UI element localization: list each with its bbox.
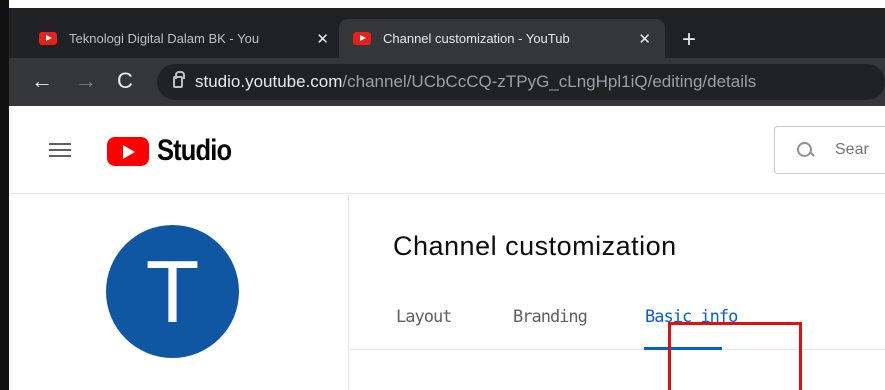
main-content: Channel customization Layout Branding Ba… — [350, 195, 885, 390]
studio-header: Studio — [9, 106, 885, 194]
youtube-favicon-icon — [353, 32, 371, 45]
page-title: Channel customization — [393, 231, 677, 261]
back-arrow-icon[interactable]: ← — [31, 68, 53, 94]
tab-layout[interactable]: Layout — [396, 307, 452, 327]
lock-icon[interactable] — [173, 71, 185, 88]
browser-tab-teknologi[interactable]: Teknologi Digital Dalam BK - You ✕ — [25, 19, 343, 58]
left-sidebar: T — [9, 195, 349, 390]
browser-toolbar: ← → C studio.youtube.com /channel/UCbCcC… — [9, 58, 885, 106]
search-input[interactable] — [835, 141, 885, 159]
search-box[interactable] — [774, 126, 885, 174]
channel-avatar[interactable]: T — [106, 225, 239, 358]
close-tab-icon[interactable]: ✕ — [316, 30, 329, 48]
left-border — [0, 0, 9, 390]
forward-arrow-icon[interactable]: → — [75, 68, 97, 94]
browser-tab-title: Teknologi Digital Dalam BK - You — [69, 31, 260, 46]
youtube-logo-icon[interactable] — [107, 137, 149, 166]
youtube-favicon-icon — [39, 32, 57, 45]
close-tab-icon[interactable]: ✕ — [638, 30, 651, 48]
browser-tab-channel-customization[interactable]: Channel customization - YouTub ✕ — [339, 19, 665, 58]
studio-logo-text[interactable]: Studio — [157, 134, 232, 168]
new-tab-button[interactable]: + — [682, 28, 696, 52]
search-icon — [797, 142, 813, 158]
url-path: /channel/UCbCcCQ-zTPyG_cLngHpl1iQ/editin… — [342, 72, 757, 91]
hamburger-menu-icon[interactable] — [49, 143, 71, 157]
address-bar[interactable]: studio.youtube.com /channel/UCbCcCQ-zTPy… — [157, 64, 885, 100]
browser-tab-title: Channel customization - YouTub — [383, 31, 570, 46]
reload-icon[interactable]: C — [117, 68, 133, 94]
url-host: studio.youtube.com — [195, 72, 343, 91]
tab-branding[interactable]: Branding — [513, 307, 588, 327]
customization-tabs: Layout Branding Basic info — [350, 295, 885, 350]
browser-tab-strip: Teknologi Digital Dalam BK - You ✕ Chann… — [9, 8, 885, 58]
page-top-border — [0, 0, 885, 8]
red-highlight-box — [668, 322, 802, 390]
